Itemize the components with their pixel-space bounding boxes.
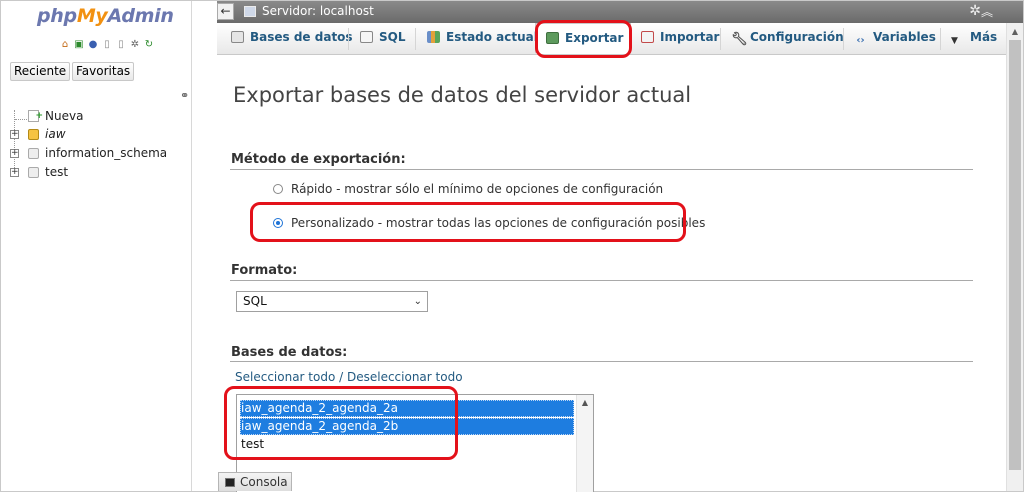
highlight-selected-databases [224, 386, 458, 460]
page-scrollbar[interactable]: ▲ [1006, 23, 1023, 491]
tab-separator [843, 28, 844, 50]
expand-icon[interactable]: + [10, 168, 19, 177]
databases-title: Bases de datos: [231, 345, 348, 360]
home-icon[interactable]: ⌂ [59, 39, 71, 51]
database-icon [28, 129, 39, 140]
tree-item-new[interactable]: Nueva [9, 107, 167, 126]
database-icon [28, 148, 39, 159]
import-icon [641, 31, 654, 43]
console-label: Consola [240, 475, 288, 489]
listbox-scrollbar[interactable]: ▲ [576, 395, 593, 492]
wrench-icon: 🔧︎ [731, 32, 748, 47]
logo-php: php [37, 5, 77, 27]
server-icon [244, 6, 256, 17]
expand-icon[interactable]: + [10, 130, 19, 139]
tab-separator [940, 28, 941, 50]
radio-quick-input[interactable] [273, 184, 283, 194]
highlight-export-tab [535, 20, 632, 58]
tree-item-iaw[interactable]: + iaw [9, 125, 167, 144]
collapse-up-icon[interactable]: ︽ [981, 3, 993, 20]
tab-variables[interactable]: ‹› Variables [854, 23, 936, 54]
format-title: Formato: [231, 263, 298, 278]
tab-separator [348, 28, 349, 50]
tab-label: Más [970, 30, 998, 44]
radio-quick-label: Rápido - mostrar sólo el mínimo de opcio… [291, 182, 664, 196]
tab-import[interactable]: Importar [641, 23, 719, 54]
nav-icon-bar: ⌂ ▣ ● ▯ ▯ ✲ ↻ [59, 39, 155, 51]
tab-label: Configuración [750, 30, 844, 44]
chevron-down-icon: ⌄ [413, 296, 422, 307]
logout-icon[interactable]: ▣ [73, 39, 85, 51]
link-with-main-icon[interactable]: ⚭ [180, 89, 189, 102]
export-method-title: Método de exportación: [231, 152, 406, 167]
tree-item-label: information_schema [45, 146, 168, 160]
logo-my: My [76, 5, 108, 27]
tree-item-label: iaw [45, 127, 66, 141]
caret-down-icon: ▼ [951, 36, 958, 46]
gear-icon[interactable]: ✲ [969, 3, 981, 19]
select-all-link[interactable]: Seleccionar todo / Deseleccionar todo [235, 370, 463, 384]
sql-icon [360, 31, 373, 43]
console-tab[interactable]: Consola [218, 472, 292, 491]
database-icon [231, 31, 244, 43]
console-icon [225, 478, 235, 487]
phpmyadmin-logo[interactable]: phpMyAdmin [37, 5, 174, 27]
docs-icon[interactable]: ▯ [115, 39, 127, 51]
tab-separator [415, 28, 416, 50]
scrollbar-thumb[interactable] [1009, 40, 1021, 470]
section-divider [230, 280, 973, 281]
radio-quick[interactable]: Rápido - mostrar sólo el mínimo de opcio… [273, 182, 663, 196]
navigation-panel: phpMyAdmin ⌂ ▣ ● ▯ ▯ ✲ ↻ Reciente Favori… [1, 1, 192, 491]
tree-item-information-schema[interactable]: + information_schema [9, 144, 167, 163]
panel-splitter[interactable] [193, 1, 216, 491]
tab-sql[interactable]: SQL [360, 23, 406, 54]
scroll-up-icon[interactable]: ▲ [577, 395, 593, 411]
scroll-up-icon[interactable]: ▲ [1007, 23, 1023, 40]
tab-separator [720, 28, 721, 50]
expand-icon[interactable]: + [10, 149, 19, 158]
tab-label: SQL [379, 30, 406, 44]
database-tree: Nueva + iaw + information_schema + test [9, 107, 167, 182]
tab-label: Variables [873, 30, 936, 44]
documentation-icon[interactable]: ▯ [101, 39, 113, 51]
recent-button[interactable]: Reciente [10, 62, 71, 81]
highlight-custom-option [250, 202, 686, 242]
status-icon [427, 31, 440, 43]
section-divider [230, 361, 973, 362]
format-select-value: SQL [243, 294, 267, 308]
section-divider [230, 169, 973, 170]
variables-icon: ‹› [856, 35, 865, 46]
page-title: Exportar bases de datos del servidor act… [233, 83, 692, 107]
database-icon [28, 167, 39, 178]
help-icon[interactable]: ● [87, 39, 99, 51]
tree-item-label: Nueva [45, 109, 84, 123]
new-database-icon [28, 107, 43, 126]
favorites-button[interactable]: Favoritas [72, 62, 135, 81]
tree-branch [15, 119, 27, 120]
tree-item-label: test [45, 165, 69, 179]
tab-status[interactable]: Estado actual [427, 23, 538, 54]
tree-item-test[interactable]: + test [9, 163, 167, 182]
logo-admin: Admin [107, 5, 174, 27]
tab-label: Estado actual [446, 30, 538, 44]
tab-settings[interactable]: 🔧︎ Configuración [731, 23, 844, 54]
tab-label: Bases de datos [250, 30, 353, 44]
server-breadcrumb[interactable]: Servidor: localhost [262, 4, 374, 18]
tab-label: Importar [660, 30, 720, 44]
tab-databases[interactable]: Bases de datos [231, 23, 353, 54]
collapse-navigation-button[interactable]: ← [217, 3, 234, 20]
reload-icon[interactable]: ↻ [143, 39, 155, 51]
tab-more[interactable]: ▼ Más [951, 23, 997, 54]
settings-icon[interactable]: ✲ [129, 39, 141, 51]
format-select[interactable]: SQL ⌄ [236, 291, 428, 312]
